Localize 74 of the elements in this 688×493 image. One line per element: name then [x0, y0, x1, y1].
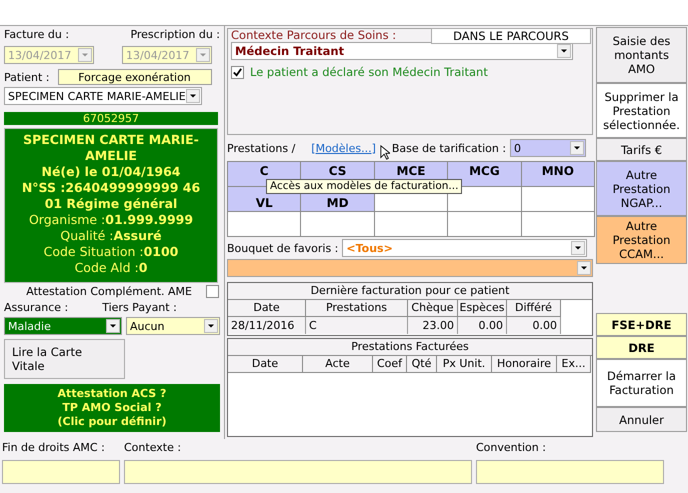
column-header: Coef	[373, 356, 407, 373]
table-title: Prestations Facturées	[228, 339, 592, 356]
patient-info-line: Organisme :01.999.9999	[28, 212, 194, 228]
column-header: Honoraire	[492, 356, 557, 373]
column-header: Chèque	[408, 300, 458, 317]
patient-info-line: Qualité :Assuré	[60, 228, 162, 244]
acs-line: Attestation ACS ?	[58, 387, 166, 401]
patient-info-line: 01 Régime général	[44, 196, 178, 212]
table-title: Dernière facturation pour ce patient	[228, 283, 592, 300]
column-header: Différé	[507, 300, 561, 317]
tooltip: Accès aux modèles de facturation...	[266, 179, 462, 194]
insurance-dropdown[interactable]: Maladie	[4, 317, 122, 335]
patient-dropdown[interactable]: SPECIMEN CARTE MARIE-AMELIE	[4, 87, 202, 105]
third-party-label: Tiers Payant :	[102, 300, 177, 314]
ccam-dropdown[interactable]	[227, 259, 593, 277]
pricing-label: Base de tarification :	[392, 142, 506, 154]
declared-label: Le patient a déclaré son Médecin Traitant	[250, 65, 488, 79]
exemption-button[interactable]: Forcage exonération	[58, 69, 212, 85]
action-button[interactable]: DRE	[596, 336, 687, 359]
action-button[interactable]: Démarrer la Facturation	[596, 359, 687, 407]
acs-line: TP AMO Social ?	[62, 401, 162, 415]
action-button[interactable]: Annuler	[596, 407, 687, 432]
convention-field[interactable]	[476, 460, 664, 484]
action-button[interactable]: Autre Prestation CCAM...	[596, 216, 687, 264]
invoice-date-label: Facture du :	[4, 28, 70, 40]
declared-checkbox[interactable]	[231, 66, 244, 78]
action-button[interactable]: Saisie des montants AMO	[596, 27, 687, 83]
context-field[interactable]	[124, 460, 472, 484]
third-party-dropdown[interactable]: Aucun	[126, 317, 220, 335]
table-cell: C	[306, 317, 408, 334]
patient-info-line: Né(e) le 01/04/1964	[41, 164, 181, 180]
action-button[interactable]: Autre Prestation NGAP...	[596, 161, 687, 216]
insurance-label: Assurance :	[4, 300, 68, 314]
pathway-status: DANS LE PARCOURS	[431, 28, 591, 44]
patient-info-line: SPECIMEN CARTE MARIE-AMELIE	[22, 132, 200, 164]
table-cell: 28/11/2016	[228, 317, 306, 334]
table-cell: 0.00	[458, 317, 507, 334]
doctor-dropdown[interactable]: Médecin Traitant	[231, 42, 573, 60]
models-link[interactable]: [Modèles...]	[311, 142, 376, 154]
acs-line: (Clic pour définir)	[57, 415, 167, 429]
favorites-label: Bouquet de favoris :	[227, 242, 338, 254]
card-number: 67052957	[4, 112, 218, 125]
patient-label: Patient :	[4, 70, 50, 84]
table-cell: 0.00	[507, 317, 561, 334]
ame-label: Attestation Complément. AME	[26, 284, 192, 298]
table-cell: 23.00	[408, 317, 458, 334]
action-button[interactable]: Supprimer la Prestation sélectionnée.	[596, 83, 687, 138]
column-header: Qté	[407, 356, 437, 373]
column-header: Ex...	[557, 356, 591, 373]
care-pathway-legend: Contexte Parcours de Soins :	[231, 28, 400, 42]
column-header: Prestations	[306, 300, 408, 317]
amc-rights-field[interactable]	[2, 460, 120, 484]
action-button[interactable]: FSE+DRE	[596, 313, 687, 336]
column-header: Px Unit.	[437, 356, 492, 373]
pricing-dropdown[interactable]: 0	[510, 139, 586, 157]
services-label: Prestations /	[227, 142, 296, 154]
patient-info-line: Code Ald :0	[74, 260, 148, 276]
act-button[interactable]: MCG	[448, 162, 521, 186]
column-header: Espèces	[458, 300, 507, 317]
read-card-button[interactable]: Lire la Carte Vitale	[4, 339, 125, 379]
acs-panel[interactable]: Attestation ACS ? TP AMO Social ? (Clic pour définir)	[4, 384, 220, 432]
amc-rights-label: Fin de droits AMC :	[2, 441, 106, 454]
column-header: Date	[228, 356, 303, 373]
convention-label: Convention :	[476, 441, 547, 454]
mouse-cursor-icon	[380, 145, 390, 160]
patient-info-line: Code Situation :0100	[44, 244, 178, 260]
ame-checkbox[interactable]	[206, 284, 219, 298]
context-label: Contexte :	[124, 441, 182, 454]
act-button[interactable]: MNO	[522, 162, 594, 186]
column-header: Date	[228, 300, 306, 317]
patient-info-line: N°SS :2640499999999 46	[22, 180, 200, 196]
column-header: Acte	[303, 356, 373, 373]
action-button[interactable]: Tarifs €	[596, 138, 687, 161]
prescription-date-label: Prescription du :	[130, 28, 220, 40]
